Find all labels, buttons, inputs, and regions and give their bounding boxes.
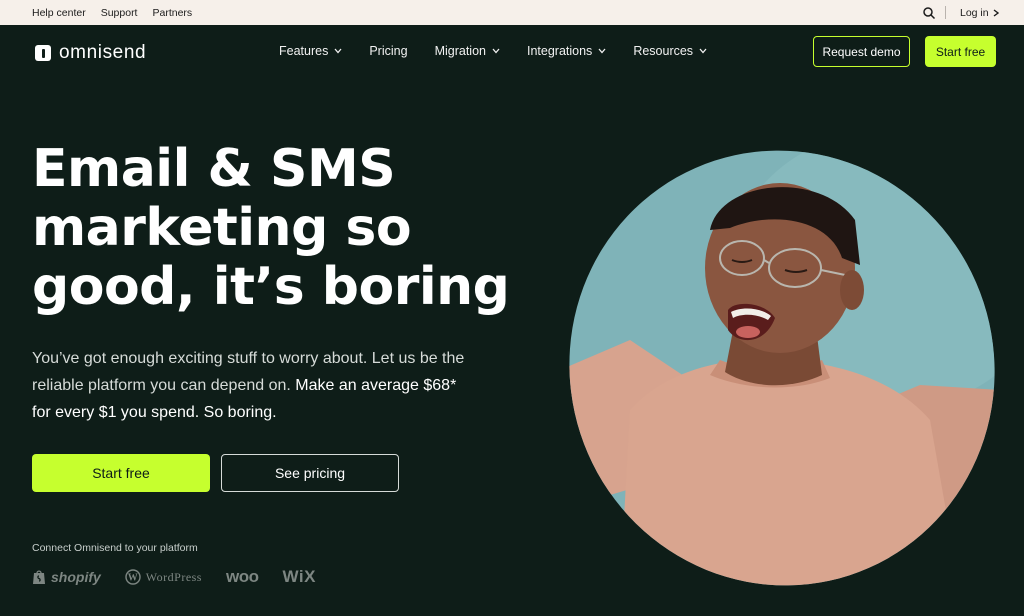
request-demo-button[interactable]: Request demo xyxy=(813,36,910,67)
headline-line: Email & SMS xyxy=(32,139,396,199)
nav-item-label: Integrations xyxy=(526,44,593,58)
main-nav: omnisend Features Pricing Migration Inte… xyxy=(0,25,1024,81)
wix-wordmark: WiX xyxy=(282,567,316,586)
platform-logos: shopify W WordPress woo WiX xyxy=(32,565,316,589)
shopify-wordmark: shopify xyxy=(51,569,101,585)
partners-link[interactable]: Partners xyxy=(152,7,192,19)
see-pricing-button[interactable]: See pricing xyxy=(221,454,399,492)
nav-menu: Features Pricing Migration Integrations … xyxy=(279,25,707,77)
brand-name: omnisend xyxy=(59,42,147,63)
chevron-down-icon xyxy=(598,48,606,54)
logo-icon xyxy=(35,45,51,61)
hero-image xyxy=(560,150,1000,590)
utility-divider xyxy=(945,6,946,19)
chevron-down-icon xyxy=(334,48,342,54)
utility-links: Help center Support Partners xyxy=(32,0,192,25)
chevron-down-icon xyxy=(492,48,500,54)
shopify-logo[interactable]: shopify xyxy=(32,569,101,585)
headline-line: marketing so xyxy=(32,198,412,258)
hero-subheadline: You’ve got enough exciting stuff to worr… xyxy=(32,345,472,426)
platform-connect-label: Connect Omnisend to your platform xyxy=(32,542,198,554)
login-label: Log in xyxy=(960,6,989,19)
nav-item-migration[interactable]: Migration xyxy=(435,44,500,58)
woo-logo[interactable]: woo xyxy=(226,567,259,587)
nav-item-label: Pricing xyxy=(369,44,408,58)
login-link[interactable]: Log in xyxy=(960,0,999,25)
wordpress-wordmark: WordPress xyxy=(145,569,202,584)
nav-item-integrations[interactable]: Integrations xyxy=(527,44,606,58)
nav-item-resources[interactable]: Resources xyxy=(633,44,707,58)
nav-item-pricing[interactable]: Pricing xyxy=(369,44,407,58)
utility-bar: Help center Support Partners Log in xyxy=(0,0,1024,25)
support-link[interactable]: Support xyxy=(101,7,138,19)
shopify-bag-icon xyxy=(33,570,45,584)
nav-item-features[interactable]: Features xyxy=(279,44,342,58)
wix-logo[interactable]: WiX xyxy=(282,567,315,587)
start-free-nav-button[interactable]: Start free xyxy=(925,36,996,67)
nav-item-label: Migration xyxy=(434,44,486,58)
start-free-button[interactable]: Start free xyxy=(32,454,210,492)
brand-logo[interactable]: omnisend xyxy=(35,42,146,64)
wordpress-icon: W xyxy=(125,569,141,585)
wordpress-logo[interactable]: W WordPress xyxy=(125,569,202,585)
nav-item-label: Features xyxy=(279,44,329,58)
woo-wordmark: woo xyxy=(225,567,259,586)
chevron-down-icon xyxy=(699,48,707,54)
headline-line: good, it’s boring xyxy=(32,257,510,317)
help-center-link[interactable]: Help center xyxy=(32,7,86,19)
hero-headline: Email & SMS marketing so good, it’s bori… xyxy=(32,140,552,317)
svg-text:W: W xyxy=(128,573,139,584)
nav-item-label: Resources xyxy=(633,44,694,58)
search-icon[interactable] xyxy=(922,6,936,20)
chevron-right-icon xyxy=(993,8,999,17)
